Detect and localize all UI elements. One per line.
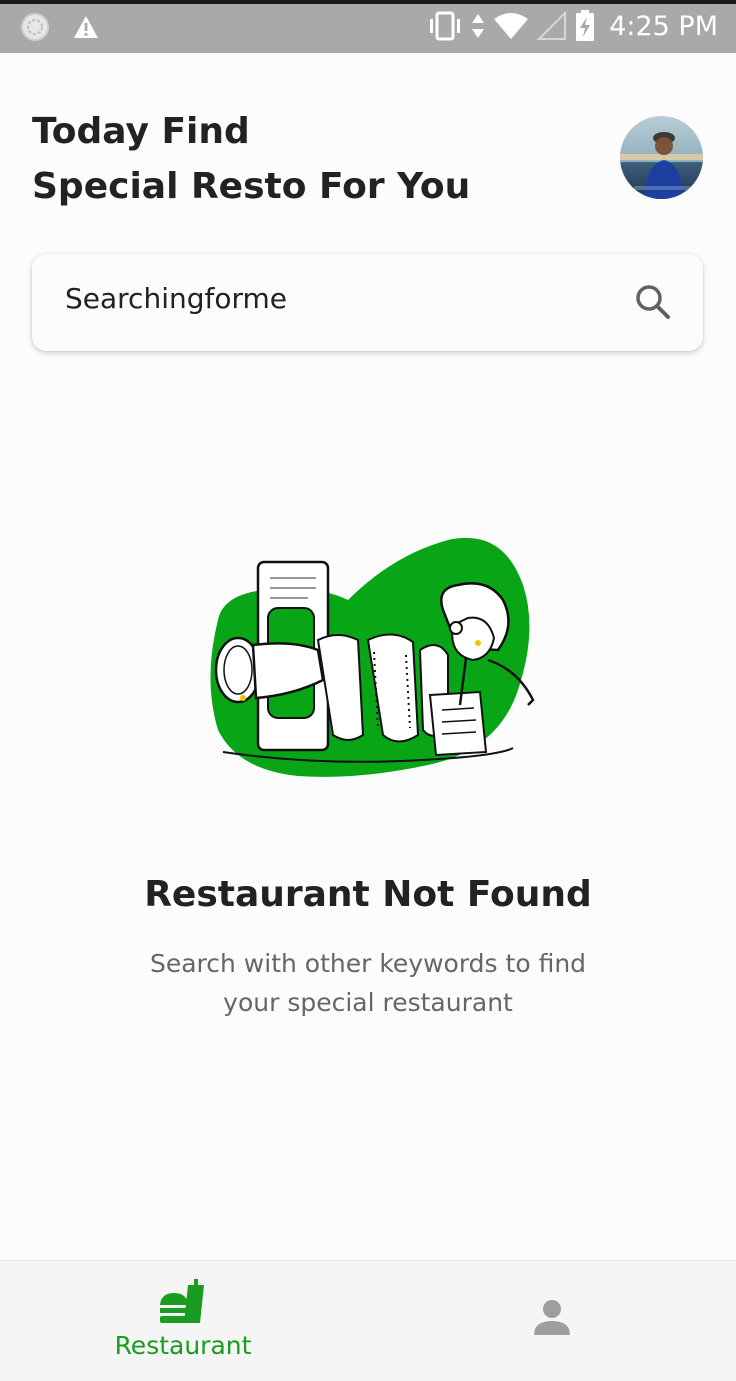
sync-icon (21, 13, 49, 41)
data-arrows-icon (472, 14, 485, 38)
empty-state-title: Restaurant Not Found (144, 874, 592, 915)
empty-state-description: Search with other keywords to find your … (149, 949, 587, 1017)
warning-icon (74, 16, 98, 38)
search-icon[interactable] (633, 282, 673, 322)
signal-icon (537, 11, 567, 40)
avatar[interactable] (620, 116, 703, 199)
fastfood-icon (160, 1279, 204, 1323)
search-box[interactable]: Searchingforme (32, 254, 703, 351)
vibrate-icon (430, 11, 461, 41)
nav-label-restaurant: Restaurant (114, 1331, 252, 1360)
page-title-line2: Special Resto For You (32, 166, 471, 207)
avatar-image (620, 116, 703, 199)
status-bar: 4:25 PM (0, 0, 736, 53)
bottom-navigation: Restaurant (0, 1260, 736, 1381)
not-found-illustration (210, 537, 535, 777)
page-title: Today Find Special Resto For You (32, 104, 592, 214)
person-icon (534, 1300, 570, 1335)
battery-charging-icon (576, 10, 595, 41)
page-title-line1: Today Find (32, 111, 250, 152)
status-time: 4:25 PM (609, 10, 718, 42)
nav-item-restaurant[interactable]: Restaurant (98, 1261, 268, 1381)
wifi-icon (494, 13, 529, 39)
nav-item-profile[interactable] (510, 1261, 594, 1381)
search-input[interactable]: Searchingforme (65, 282, 287, 315)
